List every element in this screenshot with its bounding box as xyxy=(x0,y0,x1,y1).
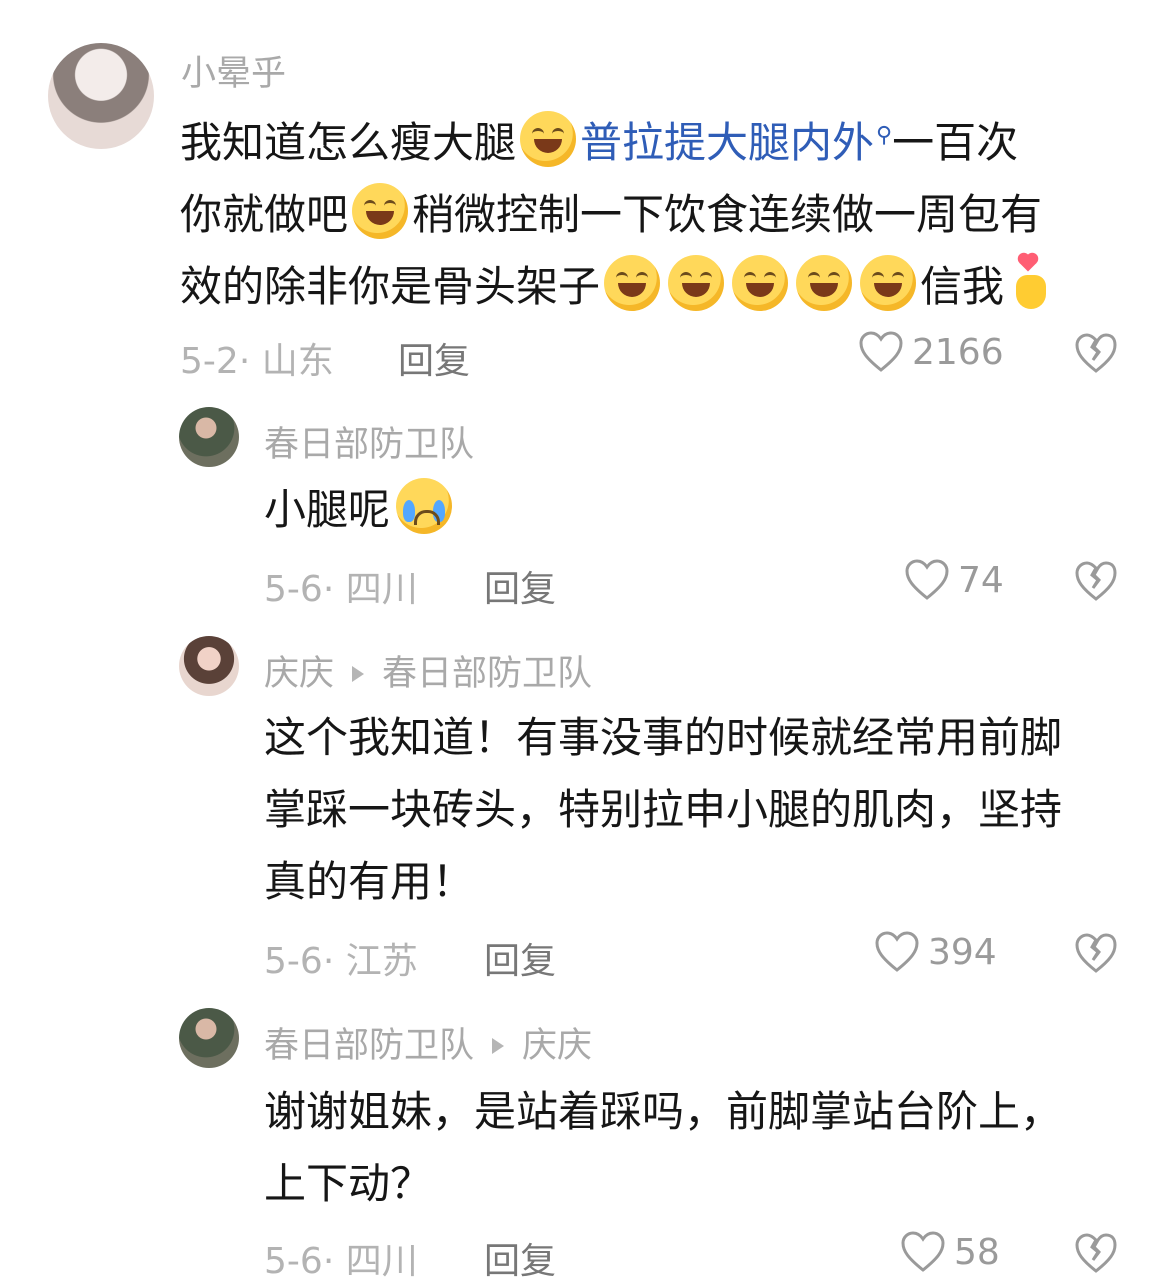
comment-username[interactable]: 春日部防卫队 xyxy=(264,416,474,467)
reply-button[interactable]: 回复 xyxy=(484,560,556,612)
crying-emoji-icon xyxy=(396,478,453,534)
avatar[interactable] xyxy=(179,636,239,696)
avatar[interactable] xyxy=(179,407,239,467)
comment-body: 小腿呢 xyxy=(264,474,453,546)
broken-heart-icon xyxy=(1075,933,1117,973)
heart-icon xyxy=(859,331,903,372)
comment-meta: 5-6· 四川 xyxy=(264,569,418,610)
grin-emoji-icon xyxy=(604,255,661,311)
finger-heart-emoji-icon xyxy=(1010,254,1050,313)
search-link[interactable]: 普拉提大腿内外 xyxy=(580,118,874,167)
comment-body: 这个我知道！有事没事的时候就经常用前脚 掌踩一块砖头，特别拉申小腿的肌肉，坚持 … xyxy=(264,713,1063,906)
like-button[interactable]: 74 xyxy=(904,558,1004,602)
heart-icon xyxy=(901,1231,945,1272)
like-count: 58 xyxy=(954,1231,1000,1273)
comment-username[interactable]: 春日部防卫队 庆庆 xyxy=(264,1017,592,1068)
reply-arrow-icon xyxy=(492,1038,505,1054)
grin-emoji-icon xyxy=(520,111,577,167)
grin-emoji-icon xyxy=(860,255,917,311)
broken-heart-icon xyxy=(1075,1233,1117,1273)
comment-username[interactable]: 小晕乎 xyxy=(181,45,286,96)
grin-emoji-icon xyxy=(796,255,853,311)
broken-heart-icon xyxy=(1075,333,1117,373)
reply-arrow-icon xyxy=(352,666,365,682)
like-count: 394 xyxy=(928,931,997,973)
comment-meta: 5-6· 四川 xyxy=(264,1241,418,1282)
search-icon[interactable]: ⚲ xyxy=(876,123,892,148)
like-count: 74 xyxy=(958,559,1004,601)
like-button[interactable]: 394 xyxy=(874,930,997,974)
avatar[interactable] xyxy=(179,1008,239,1068)
reply-button[interactable]: 回复 xyxy=(484,932,556,984)
comment-meta: 5-6· 江苏 xyxy=(264,941,418,982)
like-button[interactable]: 2166 xyxy=(858,330,1004,374)
dislike-button[interactable] xyxy=(1074,560,1118,606)
avatar[interactable] xyxy=(48,43,154,149)
comment-body: 我知道怎么瘦大腿 普拉提大腿内外⚲一百次 你就做吧 稍微控制一下饮食连续做一周包有 … xyxy=(180,100,1130,323)
reply-button[interactable]: 回复 xyxy=(484,1232,556,1284)
like-button[interactable]: 58 xyxy=(900,1230,1000,1274)
comment-meta: 5-2· 山东 xyxy=(180,341,334,382)
heart-icon xyxy=(905,559,949,600)
reply-button[interactable]: 回复 xyxy=(398,332,470,384)
heart-icon xyxy=(875,931,919,972)
grin-emoji-icon xyxy=(668,255,725,311)
grin-emoji-icon xyxy=(352,183,409,239)
dislike-button[interactable] xyxy=(1074,1232,1118,1278)
dislike-button[interactable] xyxy=(1074,332,1118,378)
broken-heart-icon xyxy=(1075,561,1117,601)
comment-body: 谢谢姐妹，是站着踩吗，前脚掌站台阶上， 上下动？ xyxy=(264,1087,1063,1208)
grin-emoji-icon xyxy=(732,255,789,311)
dislike-button[interactable] xyxy=(1074,932,1118,978)
comment-username[interactable]: 庆庆 春日部防卫队 xyxy=(264,645,592,696)
like-count: 2166 xyxy=(912,331,1004,373)
